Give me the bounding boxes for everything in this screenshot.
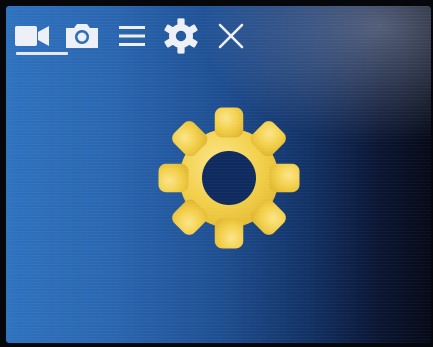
tab-photo[interactable] — [62, 16, 102, 56]
top-toolbar — [6, 6, 431, 58]
gear-icon — [164, 18, 198, 54]
selected-tab-indicator — [16, 52, 68, 55]
menu-icon — [119, 26, 145, 46]
tab-menu[interactable] — [112, 16, 152, 56]
tab-video[interactable] — [12, 16, 52, 56]
video-camera-icon — [15, 26, 49, 46]
camera-screen — [6, 6, 431, 343]
settings-gear-icon — [158, 107, 300, 249]
tab-settings[interactable] — [161, 16, 201, 56]
close-icon — [218, 23, 244, 49]
tab-close[interactable] — [211, 16, 251, 56]
device-bezel — [0, 0, 433, 347]
camera-icon — [66, 24, 98, 48]
